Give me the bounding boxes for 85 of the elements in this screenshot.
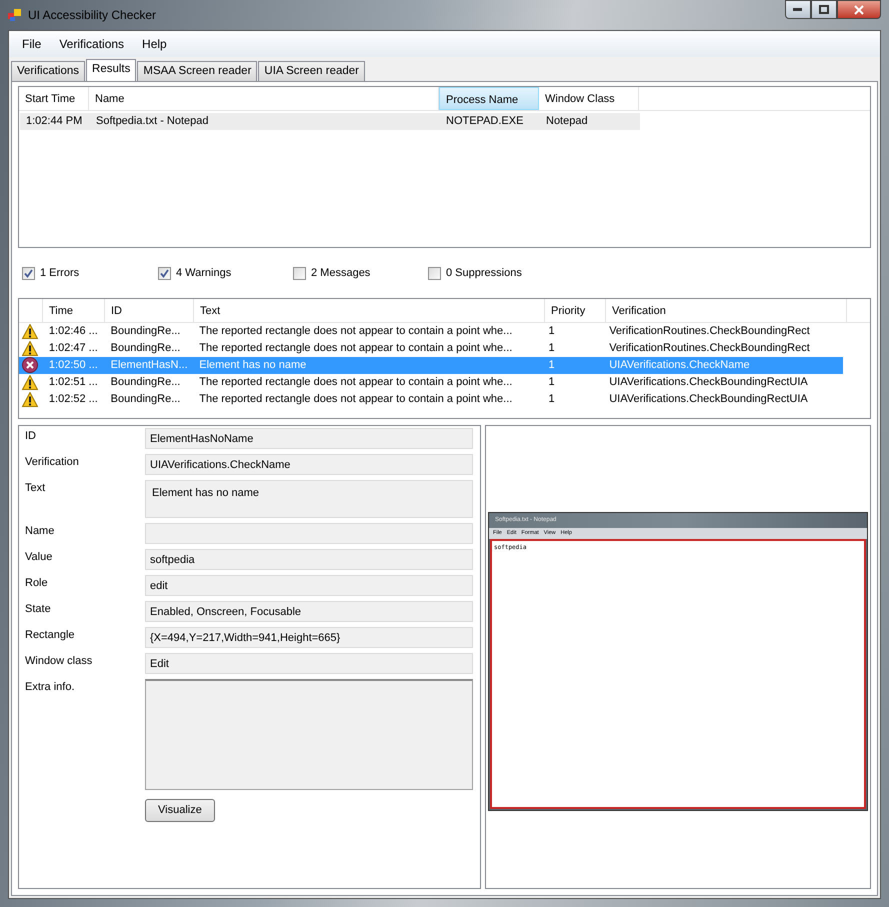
column-header[interactable]: Time — [43, 299, 105, 322]
table-cell-text: VerificationRoutines.CheckBoundingRect — [608, 341, 811, 356]
menu-item[interactable]: File — [13, 33, 50, 55]
table-cell-text: ElementHasN... — [110, 358, 189, 374]
table-cell-text: 1 — [547, 358, 556, 374]
checkbox-label: 0 Suppressions — [446, 266, 522, 281]
table-cell: Softpedia.txt - Notepad — [90, 113, 440, 130]
text-field[interactable]: Enabled, Onscreen, Focusable — [145, 601, 473, 622]
checkbox[interactable] — [293, 266, 306, 280]
table-cell-text: UIAVerifications.CheckBoundingRectUIA — [608, 392, 809, 408]
table-cell-text: 1:02:51 ... — [48, 375, 99, 390]
checkbox-label: 2 Messages — [311, 266, 370, 281]
table-cell-text: 1 — [547, 375, 556, 390]
text-field[interactable]: Element has no name — [145, 480, 473, 518]
field-label: Name — [25, 524, 56, 540]
checkbox-label: 4 Warnings — [176, 266, 232, 281]
field-label: Rectangle — [25, 628, 76, 644]
close-button[interactable] — [837, 0, 881, 19]
column-header[interactable]: Start Time — [19, 87, 89, 110]
table-cell-text: 1 — [547, 392, 556, 408]
text-field[interactable]: Edit — [145, 653, 473, 674]
checkbox[interactable] — [22, 266, 35, 280]
field-label: Text — [25, 481, 46, 496]
tab[interactable]: MSAA Screen reader — [137, 61, 258, 82]
column-header[interactable]: Process Name — [439, 87, 539, 110]
column-header[interactable]: Verification — [606, 299, 847, 322]
app-icon — [8, 8, 22, 22]
table-cell: 1:02:44 PM — [20, 113, 90, 130]
checkbox-label: 1 Errors — [40, 266, 80, 281]
text-field[interactable]: UIAVerifications.CheckName — [145, 454, 473, 476]
table-cell-text: The reported rectangle does not appear to contain a point whe... — [198, 375, 514, 390]
warning-icon — [22, 374, 38, 390]
table-cell-text: 1:02:50 ... — [48, 358, 99, 374]
text-field[interactable]: edit — [145, 575, 473, 596]
tab[interactable]: Results — [86, 59, 136, 82]
warning-icon — [22, 324, 38, 339]
text-field[interactable]: ElementHasNoName — [145, 428, 473, 450]
table-cell-text: 1 — [547, 324, 556, 340]
menu-item[interactable]: Verifications — [50, 33, 134, 55]
maximize-button[interactable] — [811, 0, 837, 19]
column-header[interactable]: Text — [194, 299, 545, 322]
table-cell-text: BoundingRe... — [110, 392, 182, 408]
menu-item[interactable]: Help — [133, 33, 176, 55]
text-field[interactable]: {X=494,Y=217,Width=941,Height=665} — [145, 627, 473, 648]
table-cell-text: 1:02:47 ... — [48, 341, 99, 356]
error-icon — [22, 357, 38, 374]
table-cell-text: 1 — [547, 341, 556, 356]
table-cell-text: The reported rectangle does not appear to contain a point whe... — [198, 392, 514, 408]
warning-icon — [22, 392, 38, 407]
field-label: Role — [25, 576, 49, 592]
column-header[interactable]: Priority — [545, 299, 606, 322]
warning-icon — [22, 340, 38, 356]
field-label: Value — [25, 550, 54, 566]
close-icon — [854, 4, 864, 14]
text-field[interactable]: softpedia — [145, 549, 473, 570]
table-cell: Notepad — [540, 113, 640, 130]
table-cell-text: VerificationRoutines.CheckBoundingRect — [608, 324, 811, 340]
table-cell-text: 1:02:46 ... — [48, 324, 99, 340]
maximize-icon — [819, 5, 829, 14]
table-cell-text: The reported rectangle does not appear to contain a point whe... — [198, 341, 514, 356]
table-cell-text: BoundingRe... — [110, 375, 182, 390]
tab[interactable]: Verifications — [11, 61, 86, 82]
table-cell-text: Element has no name — [198, 358, 308, 374]
field-label: Verification — [25, 455, 80, 470]
field-label: ID — [25, 429, 37, 444]
text-field[interactable] — [145, 523, 473, 544]
tab[interactable]: UIA Screen reader — [258, 61, 366, 82]
table-cell-text: 1:02:52 ... — [48, 392, 99, 408]
field-label: Window class — [25, 654, 94, 670]
minimize-icon — [793, 8, 803, 12]
field-label: State — [25, 602, 52, 618]
table-cell-text: BoundingRe... — [110, 341, 182, 356]
table-cell-text: UIAVerifications.CheckBoundingRectUIA — [608, 375, 809, 390]
checkbox[interactable] — [428, 266, 441, 280]
table-cell: NOTEPAD.EXE — [440, 113, 540, 130]
table-cell-text: The reported rectangle does not appear to contain a point whe... — [198, 324, 514, 340]
field-label: Extra info. — [25, 680, 76, 696]
table-cell-text: BoundingRe... — [110, 324, 182, 340]
table-cell-text: UIAVerifications.CheckName — [608, 358, 751, 374]
column-header[interactable]: ID — [105, 299, 194, 322]
minimize-button[interactable] — [785, 0, 811, 19]
window-title: UI Accessibility Checker — [28, 7, 156, 24]
checkbox[interactable] — [158, 266, 171, 280]
column-header[interactable]: Window Class — [539, 87, 639, 110]
visualize-button[interactable]: Visualize — [145, 799, 215, 822]
